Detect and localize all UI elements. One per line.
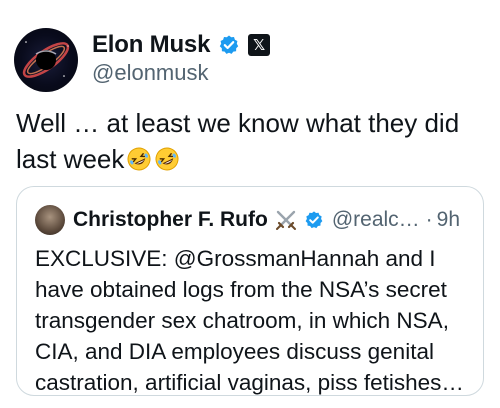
post-text: Well … at least we know what they did la… [16,105,486,177]
rolling-on-floor-laughing-icon [127,147,151,171]
verified-badge-icon[interactable] [218,34,240,56]
quoted-post-text: EXCLUSIVE: @GrossmanHannah and I have ob… [35,246,464,395]
author-name-row: Elon Musk 𝕏 [92,30,271,60]
rolling-on-floor-laughing-icon [155,147,179,171]
x-logo-icon[interactable]: 𝕏 [248,34,271,56]
quoted-post-time[interactable]: 9h [437,208,460,232]
post-text-body: Well … at least we know what they did la… [16,108,460,174]
author-name[interactable]: Elon Musk [92,31,210,59]
tweet: Elon Musk 𝕏 @elonmusk Well … at least we… [0,0,500,408]
verified-badge-icon[interactable] [304,210,324,230]
quoted-author-handle[interactable]: @realc… [332,208,420,232]
author-handle[interactable]: @elonmusk [92,60,209,86]
quoted-author-avatar[interactable] [35,205,65,235]
crossed-swords-icon [275,210,296,230]
quoted-author-name[interactable]: Christopher F. Rufo [73,208,268,232]
author-avatar[interactable] [14,28,78,92]
quoted-post-header: Christopher F. Rufo @realc… · 9h [73,204,460,236]
quoted-post[interactable]: Christopher F. Rufo @realc… · 9h EXCLUSI… [16,186,484,396]
separator-dot: · [425,208,433,231]
